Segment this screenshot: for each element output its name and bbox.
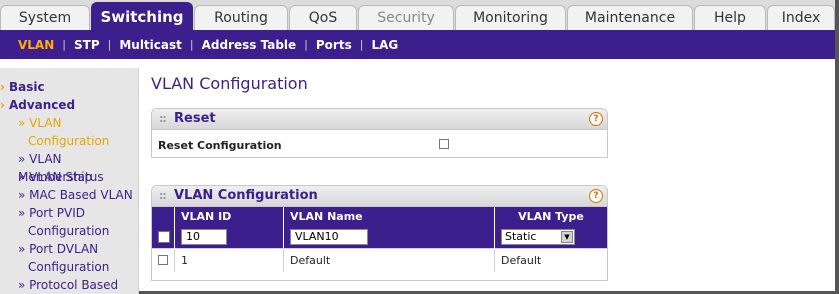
row-vlan-name: Default (283, 248, 495, 272)
sidebar-item-vlan-configuration-cont[interactable]: Configuration (28, 132, 109, 150)
tab-qos[interactable]: QoS (289, 5, 357, 30)
table-row: 1 Default Default (152, 248, 607, 272)
tab-security[interactable]: Security (358, 5, 454, 30)
edit-row: Static ▼ (152, 225, 607, 249)
sidebar-basic-label: Basic (8, 80, 45, 94)
header-select (152, 207, 175, 225)
subnav-ports[interactable]: Ports (308, 38, 360, 52)
sidebar: › Basic › Advanced » VLAN Configuration » … (0, 68, 139, 294)
sidebar-item-port-pvid[interactable]: » Port PVID (18, 204, 85, 222)
tab-index[interactable]: Index (767, 5, 835, 30)
sidebar-basic[interactable]: › Basic (0, 78, 45, 96)
tab-routing[interactable]: Routing (194, 5, 288, 30)
sidebar-item-vlan-status[interactable]: » VLAN Status (18, 168, 104, 186)
tab-switching[interactable]: Switching (91, 2, 193, 30)
subnav-lag[interactable]: LAG (363, 38, 406, 52)
subnav-multicast[interactable]: Multicast (111, 38, 190, 52)
dropdown-arrow-icon[interactable]: ▼ (561, 230, 573, 243)
sidebar-item-port-dvlan[interactable]: » Port DVLAN (18, 240, 98, 258)
table-header-row: VLAN ID VLAN Name VLAN Type (152, 207, 607, 225)
row-checkbox[interactable] (158, 255, 168, 265)
edit-row-id-cell (174, 225, 284, 249)
row-select-cell (152, 248, 175, 272)
vlan-type-selected: Static (505, 230, 537, 243)
subnav-address-table[interactable]: Address Table (194, 38, 305, 52)
sidebar-advanced[interactable]: › Advanced (0, 96, 75, 114)
edit-row-type-cell: Static ▼ (494, 225, 607, 249)
vlan-panel-title: VLAN Configuration (174, 188, 318, 203)
sidebar-item-protocol-based[interactable]: » Protocol Based (18, 276, 118, 294)
tab-monitoring[interactable]: Monitoring (455, 5, 566, 30)
row-vlan-id: 1 (174, 248, 284, 272)
vlan-type-select[interactable]: Static ▼ (501, 228, 575, 245)
reset-panel-header: :: Reset ? (152, 109, 607, 130)
vlan-table: VLAN ID VLAN Name VLAN Type Static ▼ (152, 207, 607, 272)
vlan-config-panel: :: VLAN Configuration ? VLAN ID VLAN Nam… (151, 185, 608, 281)
help-icon[interactable]: ? (589, 189, 603, 203)
top-nav: System Switching Routing QoS Security Mo… (0, 0, 835, 30)
reset-panel-title: Reset (174, 111, 216, 126)
vlan-name-input[interactable] (290, 228, 368, 245)
header-vlan-name: VLAN Name (283, 207, 495, 225)
edit-row-checkbox[interactable] (158, 231, 170, 243)
tab-system[interactable]: System (0, 5, 90, 30)
header-vlan-id: VLAN ID (174, 207, 284, 225)
edit-row-name-cell (283, 225, 495, 249)
subnav-vlan[interactable]: VLAN (10, 38, 62, 52)
vlan-id-input[interactable] (181, 228, 227, 245)
sidebar-advanced-label: Advanced (8, 98, 76, 112)
chevron-down-icon: › (0, 98, 5, 112)
reset-panel: :: Reset ? Reset Configuration (151, 108, 608, 158)
vlan-panel-header: :: VLAN Configuration ? (152, 186, 607, 207)
row-vlan-type: Default (494, 248, 607, 272)
drag-grip-icon: :: (159, 112, 167, 125)
drag-grip-icon: :: (159, 189, 167, 202)
reset-configuration-label: Reset Configuration (158, 139, 282, 152)
reset-configuration-checkbox[interactable] (439, 139, 449, 149)
subnav-stp[interactable]: STP (66, 38, 108, 52)
reset-row: Reset Configuration (152, 130, 607, 159)
sidebar-item-vlan-configuration[interactable]: » VLAN (18, 114, 62, 132)
chevron-right-icon: › (0, 80, 5, 94)
sidebar-item-port-pvid-cont[interactable]: Configuration (28, 222, 109, 240)
sidebar-item-mac-based-vlan[interactable]: » MAC Based VLAN (18, 186, 133, 204)
sidebar-item-port-dvlan-cont[interactable]: Configuration (28, 258, 109, 276)
page-title: VLAN Configuration (151, 74, 308, 93)
edit-row-select-cell (152, 225, 175, 249)
tab-help[interactable]: Help (694, 5, 766, 30)
help-icon[interactable]: ? (589, 112, 603, 126)
sub-nav: VLAN | STP | Multicast | Address Table | Por… (0, 30, 835, 59)
header-vlan-type: VLAN Type (494, 207, 607, 225)
tab-maintenance[interactable]: Maintenance (567, 5, 693, 30)
